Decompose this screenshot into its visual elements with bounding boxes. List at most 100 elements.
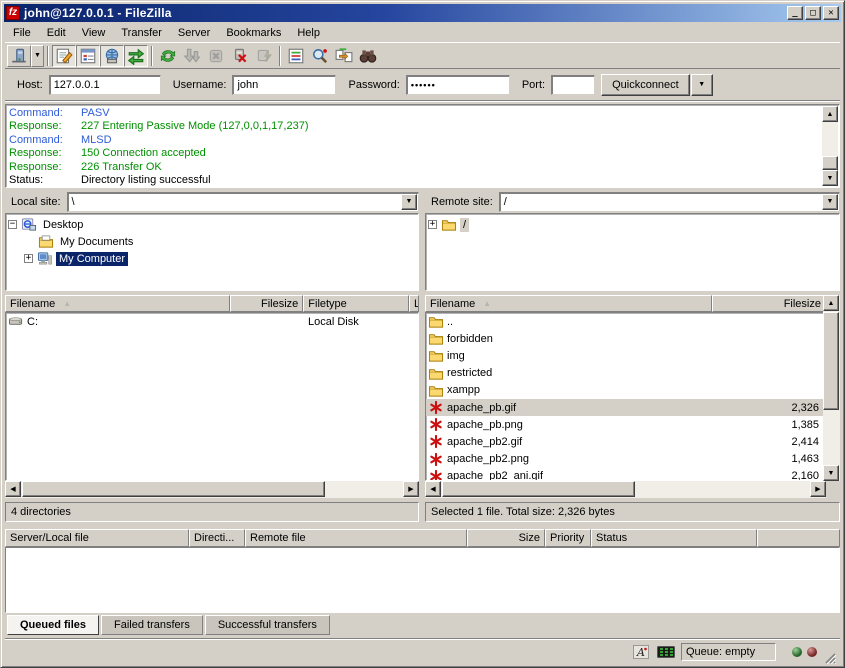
expand-box[interactable]: + <box>24 254 33 263</box>
menu-server[interactable]: Server <box>170 25 218 41</box>
scroll-right-button[interactable]: ▶ <box>810 481 826 497</box>
scroll-thumb[interactable] <box>442 481 635 497</box>
scroll-right-button[interactable]: ▶ <box>403 481 419 497</box>
synchronized-browsing-button[interactable] <box>332 45 356 67</box>
column-header-size[interactable]: Size <box>467 529 545 547</box>
scroll-down-button[interactable]: ▼ <box>823 465 839 481</box>
remote-site-combo[interactable]: / ▼ <box>499 192 840 212</box>
combo-dropdown-button[interactable]: ▼ <box>401 194 417 210</box>
expand-box[interactable]: + <box>428 220 437 229</box>
refresh-button[interactable] <box>156 45 180 67</box>
compare-directories-button[interactable] <box>308 45 332 67</box>
remote-horizontal-scrollbar[interactable]: ◀ ▶ <box>425 481 826 498</box>
data-type-indicator-icon[interactable]: A <box>631 644 651 660</box>
file-row[interactable]: .. <box>426 313 825 330</box>
scroll-left-button[interactable]: ◀ <box>5 481 21 497</box>
site-manager-dropdown[interactable]: ▼ <box>31 45 44 67</box>
column-header-server-local-file[interactable]: Server/Local file <box>5 529 189 547</box>
maximize-button[interactable]: □ <box>805 6 821 20</box>
local-horizontal-scrollbar[interactable]: ◀ ▶ <box>5 481 419 498</box>
file-row-c-drive[interactable]: C: Local Disk <box>6 313 418 330</box>
queue-list[interactable] <box>5 547 840 613</box>
file-row[interactable]: xampp <box>426 382 825 399</box>
svg-text:A: A <box>636 646 645 659</box>
filter-button[interactable] <box>284 45 308 67</box>
resize-grip[interactable] <box>822 650 836 664</box>
toggle-message-log-button[interactable] <box>52 45 76 67</box>
column-header-filesize[interactable]: Filesize <box>230 295 303 312</box>
collapse-box[interactable]: − <box>8 220 17 229</box>
file-row[interactable]: forbidden <box>426 330 825 347</box>
toolbar-separator <box>151 46 153 66</box>
refresh-icon <box>159 47 177 65</box>
folder-icon <box>428 366 444 381</box>
quickconnect-button[interactable]: Quickconnect <box>601 74 690 96</box>
column-header-filesize[interactable]: Filesize <box>712 295 826 312</box>
file-row[interactable]: apache_pb2.gif 2,414 <box>426 433 825 450</box>
file-row-selected[interactable]: apache_pb.gif 2,326 <box>426 399 825 416</box>
image-file-icon <box>428 400 444 415</box>
username-input[interactable] <box>232 75 336 95</box>
find-files-button[interactable] <box>356 45 380 67</box>
column-header-last-modified[interactable]: L <box>409 295 419 312</box>
scroll-thumb[interactable] <box>823 312 839 410</box>
file-row[interactable]: apache_pb2_ani.gif 2,160 <box>426 468 825 481</box>
message-log-icon <box>55 47 73 65</box>
menu-help[interactable]: Help <box>289 25 328 41</box>
scroll-up-button[interactable]: ▲ <box>822 106 838 122</box>
file-row[interactable]: apache_pb.png 1,385 <box>426 416 825 433</box>
scroll-left-button[interactable]: ◀ <box>425 481 441 497</box>
cancel-operation-button[interactable] <box>204 45 228 67</box>
toggle-remote-tree-button[interactable] <box>100 45 124 67</box>
close-button[interactable]: ✕ <box>823 6 839 20</box>
column-header-direction[interactable]: Directi... <box>189 529 245 547</box>
column-header-priority[interactable]: Priority <box>545 529 591 547</box>
reconnect-button[interactable] <box>252 45 276 67</box>
menu-view[interactable]: View <box>74 25 114 41</box>
filezilla-window: fz john@127.0.0.1 - FileZilla _ □ ✕ File… <box>0 0 845 668</box>
remote-vertical-scrollbar[interactable]: ▲ ▼ <box>823 295 840 481</box>
queue-tabs: Queued files Failed transfers Successful… <box>5 615 840 637</box>
column-header-status[interactable]: Status <box>591 529 757 547</box>
scroll-up-button[interactable]: ▲ <box>823 295 839 311</box>
password-input[interactable] <box>406 75 510 95</box>
log-vertical-scrollbar[interactable]: ▲ ▼ <box>822 106 838 186</box>
tab-queued-files[interactable]: Queued files <box>7 615 99 635</box>
column-header-filename[interactable]: Filename▲ <box>5 295 230 312</box>
file-row[interactable]: img <box>426 347 825 364</box>
scroll-down-button[interactable]: ▼ <box>822 170 838 186</box>
filezilla-logo-icon[interactable]: fz <box>6 6 20 20</box>
menu-bookmarks[interactable]: Bookmarks <box>218 25 289 41</box>
host-input[interactable] <box>49 75 161 95</box>
scroll-thumb[interactable] <box>822 156 838 170</box>
sort-ascending-icon: ▲ <box>483 299 491 308</box>
disconnect-button[interactable] <box>228 45 252 67</box>
column-header-remote-file[interactable]: Remote file <box>245 529 467 547</box>
minimize-button[interactable]: _ <box>787 6 803 20</box>
local-site-value: \ <box>72 196 75 208</box>
quickconnect-dropdown[interactable]: ▼ <box>691 74 713 96</box>
process-queue-button[interactable] <box>180 45 204 67</box>
host-label: Host: <box>17 79 43 91</box>
menu-file[interactable]: File <box>5 25 39 41</box>
file-row[interactable]: restricted <box>426 365 825 382</box>
local-site-combo[interactable]: \ ▼ <box>67 192 419 212</box>
port-input[interactable] <box>551 75 595 95</box>
speed-limits-icon[interactable] <box>656 644 676 660</box>
scroll-thumb[interactable] <box>22 481 325 497</box>
tree-item-root[interactable]: + / <box>428 216 839 233</box>
tab-successful-transfers[interactable]: Successful transfers <box>205 615 330 635</box>
toggle-local-tree-button[interactable] <box>76 45 100 67</box>
tab-failed-transfers[interactable]: Failed transfers <box>101 615 203 635</box>
menu-transfer[interactable]: Transfer <box>113 25 170 41</box>
combo-dropdown-button[interactable]: ▼ <box>822 194 838 210</box>
toggle-transfer-queue-button[interactable] <box>124 45 148 67</box>
tree-item-my-documents[interactable]: My Documents <box>8 233 418 250</box>
column-header-filename[interactable]: Filename▲ <box>425 295 712 312</box>
file-row[interactable]: apache_pb2.png 1,463 <box>426 451 825 468</box>
menu-edit[interactable]: Edit <box>39 25 74 41</box>
tree-item-my-computer[interactable]: + My Computer <box>8 250 418 267</box>
site-manager-button[interactable] <box>7 45 31 67</box>
column-header-filetype[interactable]: Filetype <box>303 295 409 312</box>
tree-item-desktop[interactable]: − Desktop <box>8 216 418 233</box>
